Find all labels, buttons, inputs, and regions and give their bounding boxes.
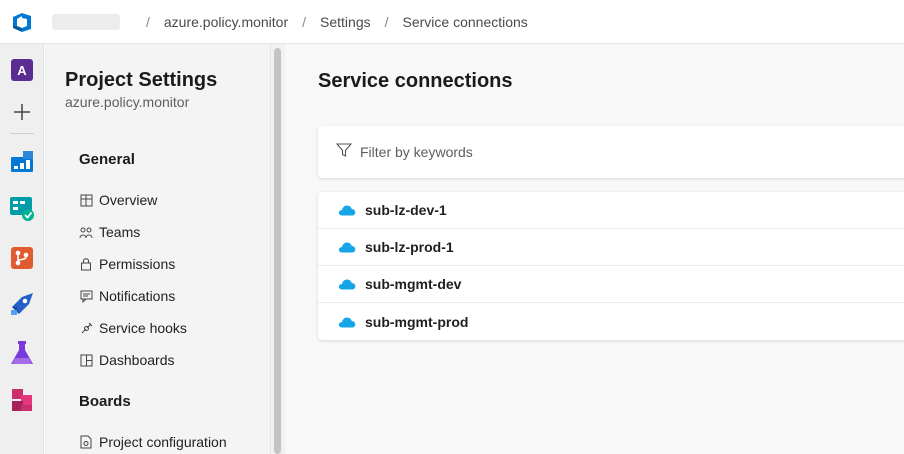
nav-scrollbar-thumb[interactable] <box>274 48 281 454</box>
breadcrumb-separator: / <box>302 13 307 30</box>
nav-item-teams[interactable]: Teams <box>79 222 140 242</box>
filter-input[interactable] <box>360 144 760 160</box>
connection-name: sub-lz-prod-1 <box>365 239 454 255</box>
nav-item-label: Project configuration <box>99 434 227 450</box>
teams-icon <box>79 225 93 239</box>
nav-subtitle: azure.policy.monitor <box>65 94 190 110</box>
nav-item-label: Overview <box>99 192 158 208</box>
dashboards-icon <box>79 353 93 367</box>
nav-item-permissions[interactable]: Permissions <box>79 254 175 274</box>
pipelines-service-icon[interactable] <box>8 290 36 318</box>
filter-icon <box>335 142 353 163</box>
nav-item-dashboards[interactable]: Dashboards <box>79 350 175 370</box>
breadcrumb-current[interactable]: Service connections <box>403 14 528 30</box>
settings-nav: Project Settings azure.policy.monitor Ge… <box>45 44 285 454</box>
filter-bar[interactable] <box>318 126 904 178</box>
rail-divider <box>10 133 34 134</box>
nav-item-project-configuration[interactable]: Project configuration <box>79 432 227 452</box>
nav-item-label: Notifications <box>99 288 176 304</box>
breadcrumb-separator: / <box>384 13 389 30</box>
lock-icon <box>79 257 93 271</box>
list-item[interactable]: sub-mgmt-dev <box>318 266 904 303</box>
service-connections-list: sub-lz-dev-1 sub-lz-prod-1 sub-mgmt-dev … <box>318 192 904 340</box>
connection-name: sub-lz-dev-1 <box>365 202 447 218</box>
list-item[interactable]: sub-lz-dev-1 <box>318 192 904 229</box>
nav-item-label: Permissions <box>99 256 176 272</box>
azure-cloud-icon <box>338 241 356 253</box>
nav-item-label: Teams <box>99 224 141 240</box>
boards-service-icon[interactable] <box>8 194 36 222</box>
connection-name: sub-mgmt-dev <box>365 276 462 292</box>
project-avatar[interactable]: A <box>8 56 36 84</box>
nav-section-boards: Boards <box>79 393 131 410</box>
breadcrumb-separator: / <box>146 13 150 30</box>
list-item[interactable]: sub-mgmt-prod <box>318 303 904 340</box>
nav-item-label: Service hooks <box>99 320 187 336</box>
azure-devops-logo-icon[interactable] <box>0 0 44 44</box>
breadcrumb-settings[interactable]: Settings <box>320 14 371 30</box>
connection-name: sub-mgmt-prod <box>365 313 469 330</box>
breadcrumb-project[interactable]: azure.policy.monitor <box>164 14 288 30</box>
test-plans-service-icon[interactable] <box>8 339 36 367</box>
nav-item-service-hooks[interactable]: Service hooks <box>79 318 187 338</box>
page-title: Service connections <box>318 70 513 92</box>
artifacts-service-icon[interactable] <box>8 386 36 414</box>
organization-name-redacted[interactable] <box>52 13 120 30</box>
repos-service-icon[interactable] <box>8 244 36 272</box>
main-content: Service connections sub-lz-dev-1 sub-lz-… <box>286 44 904 454</box>
breadcrumb: / azure.policy.monitor / Settings / Serv… <box>52 13 528 30</box>
nav-section-general: General <box>79 151 135 168</box>
nav-item-overview[interactable]: Overview <box>79 190 157 210</box>
notifications-icon <box>79 289 93 303</box>
overview-service-icon[interactable] <box>8 147 36 175</box>
overview-icon <box>79 193 93 207</box>
list-item[interactable]: sub-lz-prod-1 <box>318 229 904 266</box>
top-bar: / azure.policy.monitor / Settings / Serv… <box>0 0 904 44</box>
azure-cloud-icon <box>338 316 356 328</box>
azure-cloud-icon <box>338 278 356 290</box>
nav-title: Project Settings <box>65 69 218 91</box>
project-config-icon <box>79 435 93 449</box>
nav-item-notifications[interactable]: Notifications <box>79 286 175 306</box>
project-initial: A <box>11 59 33 81</box>
service-rail: A <box>0 44 44 454</box>
plus-icon[interactable] <box>8 98 36 126</box>
azure-cloud-icon <box>338 204 356 216</box>
nav-item-label: Dashboards <box>99 352 175 368</box>
service-hooks-icon <box>79 321 93 335</box>
